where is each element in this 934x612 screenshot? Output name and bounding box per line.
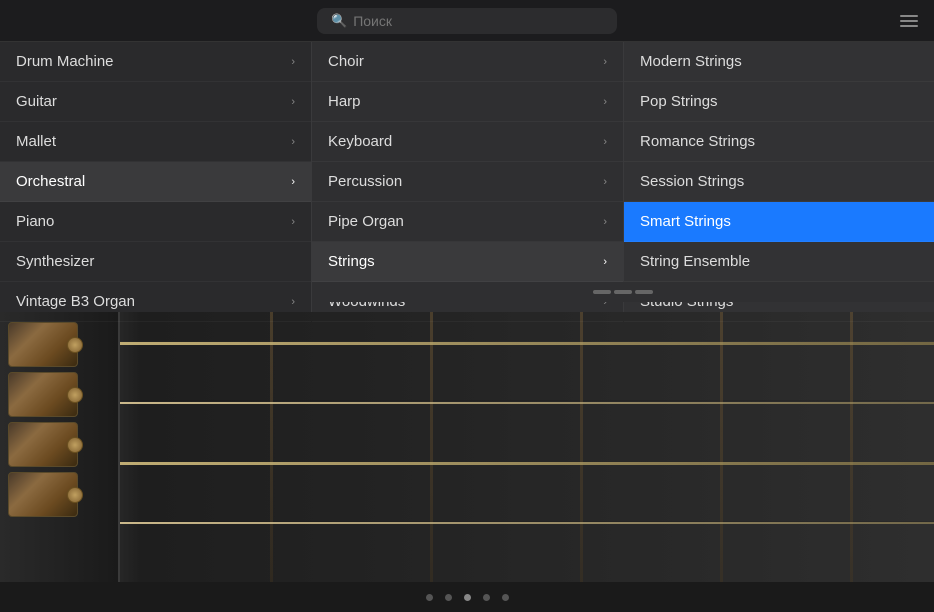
chevron-right-icon: › [603, 216, 607, 228]
menu-item-col2[interactable]: Harp › [312, 82, 623, 122]
chevron-right-icon: › [291, 176, 295, 188]
chevron-right-icon: › [291, 296, 295, 308]
menu-item-label: String Ensemble [640, 253, 750, 270]
tuning-peg [8, 372, 78, 417]
chevron-right-icon: › [291, 136, 295, 148]
wood-grain [120, 312, 934, 582]
fret-line [580, 312, 583, 582]
menu-item-label: Piano [16, 213, 54, 230]
menu-item-label: Synthesizer [16, 253, 94, 270]
menu-item-col2[interactable]: Percussion › [312, 162, 623, 202]
menu-item-col1[interactable]: Piano › [0, 202, 311, 242]
chevron-right-icon: › [291, 96, 295, 108]
menu-item-label: Session Strings [640, 173, 744, 190]
chevron-right-icon: › [603, 96, 607, 108]
hamburger-menu-button[interactable] [900, 15, 918, 27]
column-2-categories: Choir›Harp›Keyboard›Percussion›Pipe Orga… [312, 42, 624, 312]
menu-item-label: Drum Machine [16, 53, 114, 70]
menu-item-col3[interactable]: Smart Strings [624, 202, 934, 242]
scroll-dots [593, 290, 653, 294]
column-3-presets: Modern Strings Pop Strings Romance Strings… [624, 42, 934, 312]
guitar-string [120, 402, 934, 404]
menu-container: Drum Machine›Guitar›Mallet›Orchestral›Pi… [0, 42, 934, 312]
menu-item-col1[interactable]: Mallet › [0, 122, 311, 162]
menu-item-label: Modern Strings [640, 53, 742, 70]
menu-item-col2[interactable]: Pipe Organ › [312, 202, 623, 242]
search-bar: 🔍 [0, 0, 934, 42]
nav-dot[interactable] [502, 594, 509, 601]
menu-item-label: Mallet [16, 133, 56, 150]
menu-item-col3[interactable]: Modern Strings [624, 42, 934, 82]
nav-dot[interactable] [464, 594, 471, 601]
guitar-string [120, 342, 934, 345]
chevron-right-icon: › [603, 56, 607, 68]
chevron-right-icon: › [291, 216, 295, 228]
column-1-instruments: Drum Machine›Guitar›Mallet›Orchestral›Pi… [0, 42, 312, 312]
fret-line [270, 312, 273, 582]
scroll-dot [593, 290, 611, 294]
menu-item-col2[interactable]: Choir › [312, 42, 623, 82]
tuning-peg [8, 322, 78, 367]
menu-item-label: Choir [328, 53, 364, 70]
menu-item-label: Strings [328, 253, 375, 270]
menu-item-col1[interactable]: Orchestral › [0, 162, 311, 202]
chevron-right-icon: › [603, 176, 607, 188]
scroll-dot [635, 290, 653, 294]
menu-item-col1[interactable]: Synthesizer [0, 242, 311, 282]
fret-line [850, 312, 853, 582]
instrument-view [0, 312, 934, 582]
tuning-peg [8, 422, 78, 467]
fretboard [0, 312, 934, 582]
side-hardware [0, 312, 120, 582]
menu-item-col3[interactable]: Pop Strings [624, 82, 934, 122]
scroll-dot [614, 290, 632, 294]
fret-line [430, 312, 433, 582]
tuning-peg [8, 472, 78, 517]
chevron-right-icon: › [603, 256, 607, 268]
menu-item-col1[interactable]: Drum Machine › [0, 42, 311, 82]
search-icon: 🔍 [331, 13, 347, 29]
menu-item-col2[interactable]: Strings › [312, 242, 623, 282]
menu-item-label: Smart Strings [640, 213, 731, 230]
menu-item-label: Pop Strings [640, 93, 718, 110]
nav-dot[interactable] [426, 594, 433, 601]
fret-line [720, 312, 723, 582]
menu-item-col3[interactable]: Session Strings [624, 162, 934, 202]
menu-item-col1[interactable]: Guitar › [0, 82, 311, 122]
menu-item-label: Vintage B3 Organ [16, 293, 135, 310]
menu-item-col3[interactable]: Romance Strings [624, 122, 934, 162]
menu-item-label: Keyboard [328, 133, 392, 150]
search-input[interactable] [353, 13, 603, 29]
guitar-string [120, 462, 934, 465]
scroll-indicator [312, 282, 934, 302]
menu-item-label: Pipe Organ [328, 213, 404, 230]
menu-item-label: Orchestral [16, 173, 85, 190]
menu-item-label: Harp [328, 93, 361, 110]
menu-item-col1[interactable]: Vintage B3 Organ › [0, 282, 311, 322]
nav-dot[interactable] [445, 594, 452, 601]
menu-item-label: Percussion [328, 173, 402, 190]
guitar-string [120, 522, 934, 524]
menu-item-label: Guitar [16, 93, 57, 110]
menu-item-label: Romance Strings [640, 133, 755, 150]
search-wrapper[interactable]: 🔍 [317, 8, 617, 34]
nav-dot[interactable] [483, 594, 490, 601]
menu-item-col2[interactable]: Keyboard › [312, 122, 623, 162]
menu-item-col3[interactable]: String Ensemble [624, 242, 934, 282]
chevron-right-icon: › [291, 56, 295, 68]
chevron-right-icon: › [603, 136, 607, 148]
bottom-nav [0, 582, 934, 612]
